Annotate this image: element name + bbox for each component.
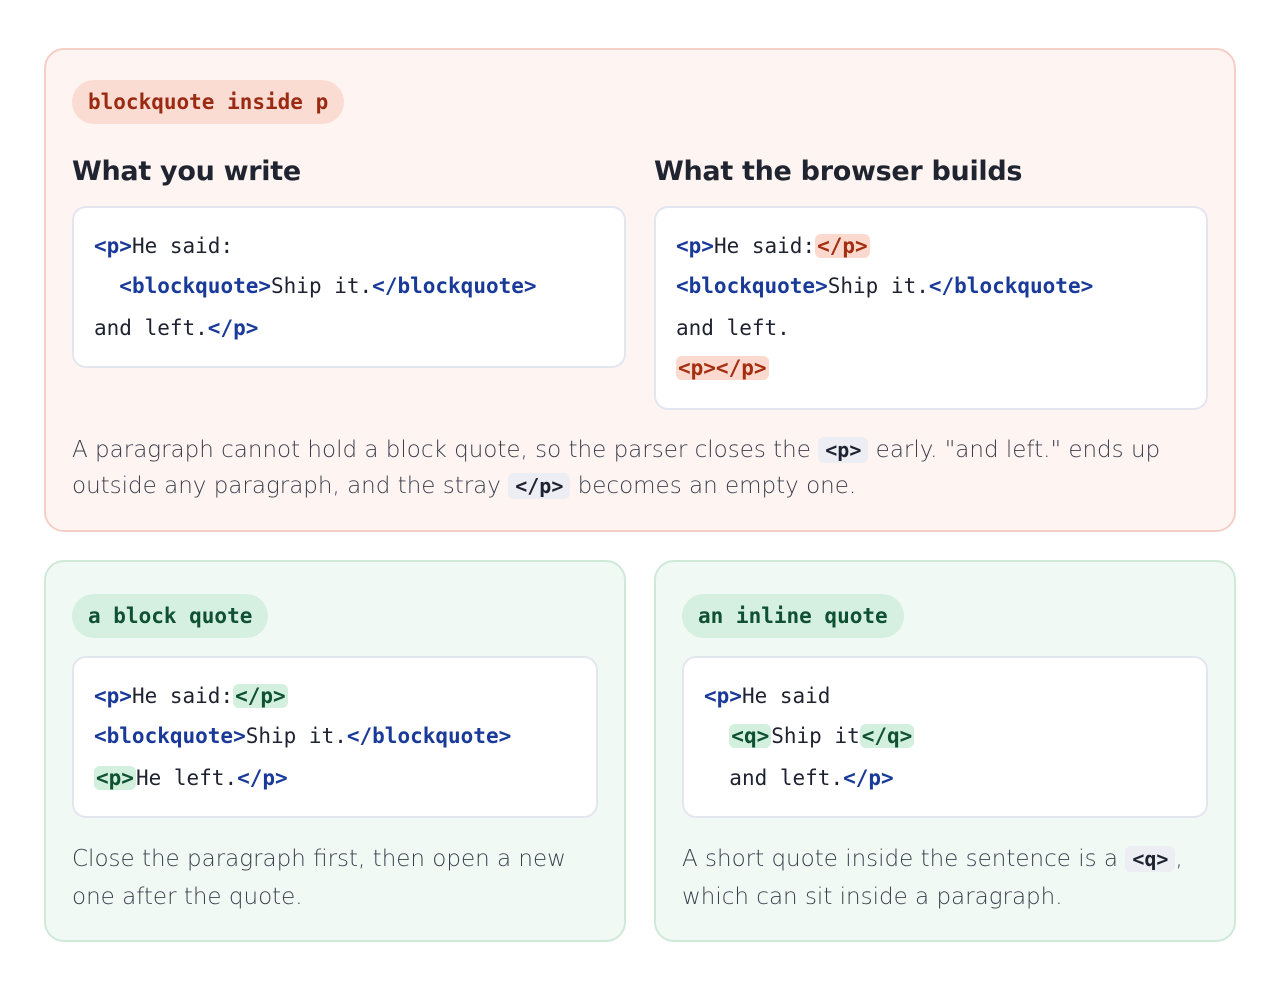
code-text: Ship it.	[245, 724, 347, 748]
code-text: and left.	[676, 316, 790, 340]
blockquote-inside-p-panel: blockquote inside p What you write What …	[44, 48, 1236, 532]
open-blockquote-tag: <blockquote>	[119, 274, 272, 298]
code-line: <p></p>	[676, 354, 769, 382]
code-text: He said:	[713, 234, 816, 258]
code-text: He said:	[131, 234, 234, 258]
code-line: <blockquote>Ship it.</blockquote>	[94, 272, 537, 300]
what-browser-builds-heading: What the browser builds	[654, 156, 1023, 187]
example-tag: blockquote inside p	[72, 80, 345, 124]
open-p-tag: <p>	[94, 766, 136, 790]
inline-code: <p>	[818, 437, 869, 463]
inline-quote-code-block: <p>He said <q>Ship it</q> and left.</p>	[682, 656, 1208, 818]
explanation-text: A paragraph cannot hold a block quote, s…	[72, 432, 1212, 504]
example-tag: a block quote	[72, 594, 269, 638]
code-line: <p>He said:	[94, 232, 233, 260]
code-text: and left.	[94, 316, 208, 340]
open-p-tag: <p>	[676, 234, 714, 258]
written-code-block: <p>He said: <blockquote>Ship it.</blockq…	[72, 206, 626, 368]
block-quote-panel: a block quote <p>He said:</p> <blockquot…	[44, 560, 626, 942]
code-line: <q>Ship it</q>	[704, 722, 915, 750]
open-p-tag: <p>	[94, 234, 132, 258]
code-line: <p>He left.</p>	[94, 764, 288, 792]
code-line: and left.</p>	[94, 314, 258, 342]
code-line: <p>He said	[704, 682, 830, 710]
code-line: <blockquote>Ship it.</blockquote>	[94, 722, 511, 750]
code-line: and left.	[676, 314, 790, 342]
empty-p-tag: <p></p>	[676, 356, 769, 380]
close-p-tag: </p>	[237, 766, 288, 790]
close-p-tag: </p>	[233, 684, 288, 708]
close-q-tag: </q>	[859, 724, 915, 748]
explanation-part: A short quote inside the sentence is a	[682, 846, 1126, 872]
code-text: Ship it.	[827, 274, 929, 298]
open-blockquote-tag: <blockquote>	[94, 724, 246, 748]
explanation-text: Close the paragraph first, then open a n…	[72, 846, 566, 910]
open-blockquote-tag: <blockquote>	[676, 274, 828, 298]
code-text: and left.	[729, 766, 844, 790]
explanation-part: becomes an empty one.	[570, 473, 857, 499]
code-line: and left.</p>	[704, 764, 894, 792]
open-q-tag: <q>	[729, 724, 772, 748]
close-p-tag: </p>	[207, 316, 259, 340]
close-p-tag: </p>	[843, 766, 894, 790]
explanation-part: A paragraph cannot hold a block quote, s…	[72, 437, 819, 463]
code-line: <p>He said:</p>	[94, 682, 288, 710]
explanation-text: A short quote inside the sentence is a <…	[682, 840, 1212, 916]
code-text: Ship it.	[271, 274, 373, 298]
block-quote-code-block: <p>He said:</p> <blockquote>Ship it.</bl…	[72, 656, 598, 818]
code-text: He said	[741, 684, 831, 708]
inserted-close-p-tag: </p>	[815, 234, 870, 258]
code-line: <p>He said:</p>	[676, 232, 870, 260]
code-text: Ship it	[771, 724, 860, 748]
open-p-tag: <p>	[94, 684, 132, 708]
code-text: He left.	[135, 766, 238, 790]
example-tag: an inline quote	[682, 594, 904, 638]
code-text: He said:	[131, 684, 234, 708]
what-you-write-heading: What you write	[72, 156, 301, 187]
inline-quote-panel: an inline quote <p>He said <q>Ship it</q…	[654, 560, 1236, 942]
inline-code: <q>	[1125, 846, 1176, 872]
inline-code: </p>	[508, 473, 571, 499]
close-blockquote-tag: </blockquote>	[928, 274, 1094, 298]
code-line: <blockquote>Ship it.</blockquote>	[676, 272, 1093, 300]
close-blockquote-tag: </blockquote>	[346, 724, 512, 748]
built-code-block: <p>He said:</p> <blockquote>Ship it.</bl…	[654, 206, 1208, 410]
close-blockquote-tag: </blockquote>	[372, 274, 537, 298]
open-p-tag: <p>	[704, 684, 742, 708]
